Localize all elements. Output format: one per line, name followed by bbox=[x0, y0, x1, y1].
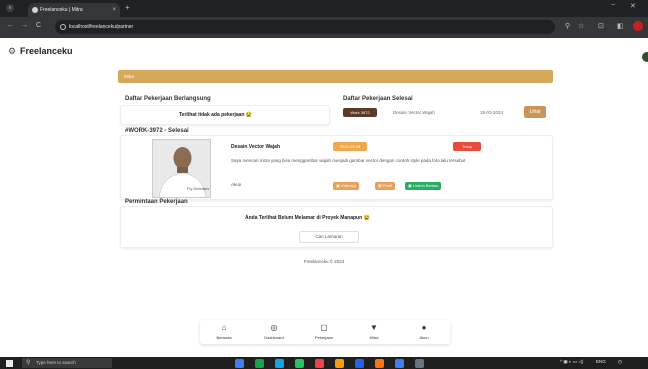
minimize-button[interactable]: − bbox=[611, 2, 615, 9]
nav-dashboard[interactable]: ◎ Dashboard bbox=[254, 323, 294, 340]
view-completed-button[interactable]: Lihat bbox=[524, 106, 546, 118]
extensions-icon[interactable]: ⊡ bbox=[598, 22, 604, 30]
site-info-icon[interactable] bbox=[60, 24, 66, 30]
work-description: Saya mencari mitra yang bisa menggambar … bbox=[231, 158, 466, 163]
nav-home[interactable]: ⌂ Beranda bbox=[204, 323, 244, 340]
profile-button-label: Profil bbox=[382, 183, 393, 188]
browser-tab[interactable]: Freelanceku | Mitra × bbox=[28, 3, 120, 17]
new-tab-button[interactable]: + bbox=[125, 3, 130, 12]
chrome-icon[interactable] bbox=[295, 359, 304, 368]
nav-account[interactable]: ● Akun bbox=[404, 323, 444, 340]
work-header: #WORK-3972 - Selesai bbox=[125, 128, 189, 134]
work-account-label: Akun bbox=[231, 182, 242, 187]
nav-partner-label: Mitra bbox=[369, 335, 379, 340]
download-files-button[interactable]: ▣ Unduh Berkas bbox=[405, 182, 442, 190]
url-bar[interactable]: localhost/freelanceku/partner bbox=[55, 20, 555, 34]
edge-icon[interactable] bbox=[275, 359, 284, 368]
tab-title: Freelanceku | Mitra bbox=[40, 7, 83, 13]
user-avatar[interactable] bbox=[642, 52, 648, 62]
completed-job-name: Desain Vector Wajah bbox=[393, 110, 435, 115]
ongoing-empty-message: Terlihat tidak ada pekerjaan 😭 bbox=[179, 112, 253, 118]
page-footer: Freelanceku © 2024 bbox=[303, 259, 345, 264]
ongoing-jobs-card: Terlihat tidak ada pekerjaan 😭 bbox=[120, 105, 330, 125]
reload-button[interactable]: C bbox=[36, 22, 41, 29]
nav-home-label: Beranda bbox=[216, 335, 232, 340]
clock-icon[interactable]: ◷ bbox=[618, 359, 622, 365]
windows-start-icon[interactable] bbox=[6, 360, 13, 367]
tab-search-button[interactable]: v bbox=[6, 4, 14, 12]
app-icon-blue[interactable] bbox=[395, 359, 404, 368]
bookmark-star-icon[interactable]: ☆ bbox=[578, 22, 584, 30]
settings-icon[interactable] bbox=[415, 359, 424, 368]
tray-icons[interactable]: ^ ▣ ◐ ▭ ◁) bbox=[560, 359, 583, 365]
nav-jobs-label: Pekerjaan bbox=[314, 335, 333, 340]
file-explorer-icon[interactable] bbox=[335, 359, 344, 368]
app-icon-orange[interactable] bbox=[375, 359, 384, 368]
search-icon: ⚲ bbox=[26, 360, 31, 366]
requests-title: Permintaan Pekerjaan bbox=[125, 199, 188, 205]
completed-job-code: Work 3972 bbox=[343, 108, 377, 117]
os-taskbar: ⚲ Type here to search ^ ▣ ◐ ▭ ◁) ENG ◷ bbox=[0, 357, 648, 369]
work-date-badge: 2024-03-15 bbox=[333, 142, 367, 151]
taskbar-search-placeholder: Type here to search bbox=[36, 360, 76, 365]
sidepanel-icon[interactable]: ◧ bbox=[617, 22, 624, 30]
bottom-navigation: ⌂ Beranda ◎ Dashboard ▢ Pekerjaan ▼ Mitr… bbox=[200, 320, 450, 344]
nav-partner[interactable]: ▼ Mitra bbox=[354, 323, 394, 340]
work-job-name: Desain Vector Wajah bbox=[231, 144, 280, 150]
nav-account-label: Akun bbox=[419, 335, 429, 340]
forward-button[interactable]: → bbox=[21, 22, 28, 29]
dashboard-icon: ◎ bbox=[270, 323, 278, 332]
requests-empty-message: Anda Terlihat Belum Melamar di Proyek Ma… bbox=[245, 215, 370, 221]
contact-button[interactable]: ▣ Hubungi bbox=[333, 182, 359, 190]
completed-jobs-title: Daftar Pekerjaan Selesai bbox=[343, 96, 413, 102]
browser-tab-bar: v Freelanceku | Mitra × + − ✕ bbox=[0, 0, 648, 17]
work-reference-photo: Fly Emirates bbox=[152, 139, 211, 198]
jobs-icon: ▢ bbox=[320, 323, 328, 332]
zoom-icon[interactable]: ⚲ bbox=[565, 22, 570, 30]
search-applications-button[interactable]: Cari Lamaran bbox=[299, 231, 359, 243]
home-icon: ⌂ bbox=[221, 323, 227, 332]
app-header: ⚙ Freelanceku bbox=[0, 38, 648, 66]
nav-jobs[interactable]: ▢ Pekerjaan bbox=[304, 323, 344, 340]
address-toolbar: ← → C localhost/freelanceku/partner ⚲ ☆ … bbox=[0, 17, 648, 38]
back-button[interactable]: ← bbox=[7, 22, 14, 29]
word-icon[interactable] bbox=[355, 359, 364, 368]
person-photo-icon: Fly Emirates bbox=[153, 140, 210, 197]
nav-dashboard-label: Dashboard bbox=[264, 335, 284, 340]
contact-button-label: Hubungi bbox=[340, 183, 356, 188]
brand-logo-icon: ⚙ bbox=[8, 46, 17, 56]
vscode-icon[interactable] bbox=[235, 359, 244, 368]
ongoing-jobs-title: Daftar Pekerjaan Berlangsung bbox=[125, 96, 211, 102]
photo-caption: Fly Emirates bbox=[187, 186, 209, 191]
close-tab-icon[interactable]: × bbox=[112, 3, 116, 17]
language-indicator[interactable]: ENG bbox=[596, 359, 606, 364]
work-status-badge: Tutup bbox=[453, 142, 481, 151]
graduation-cap-icon: ▼ bbox=[370, 323, 378, 332]
completed-job-date: 15-03-2024 bbox=[480, 110, 504, 115]
excel-icon[interactable] bbox=[255, 359, 264, 368]
url-text: localhost/freelanceku/partner bbox=[69, 24, 134, 30]
page-banner: Mitra bbox=[118, 70, 553, 83]
user-icon: ● bbox=[421, 323, 427, 332]
app-icon-red[interactable] bbox=[315, 359, 324, 368]
profile-avatar[interactable] bbox=[633, 21, 643, 31]
profile-button[interactable]: ▣ Profil bbox=[375, 182, 396, 190]
favicon-icon bbox=[32, 7, 38, 13]
close-window-button[interactable]: ✕ bbox=[630, 2, 636, 10]
download-button-label: Unduh Berkas bbox=[412, 183, 439, 188]
brand-name[interactable]: Freelanceku bbox=[20, 46, 73, 56]
taskbar-search[interactable]: ⚲ Type here to search bbox=[22, 358, 112, 368]
